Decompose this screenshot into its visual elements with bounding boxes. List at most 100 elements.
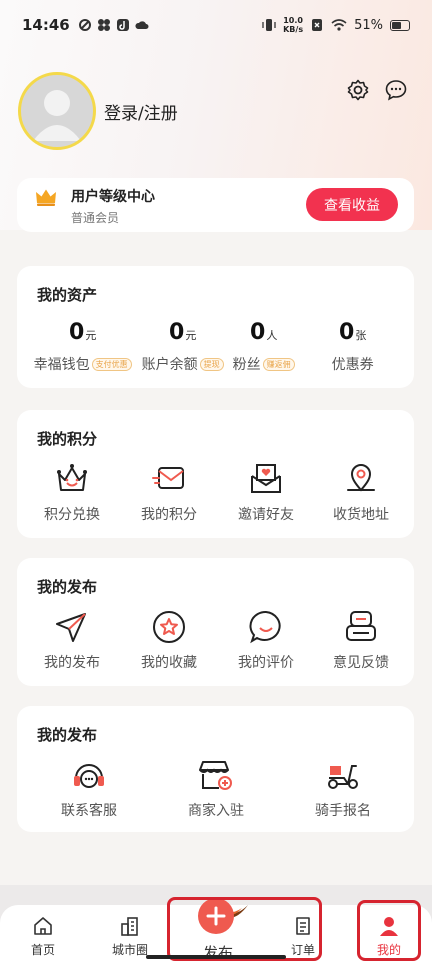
vibrate-icon [262,19,276,31]
pinwheel-icon [97,19,110,31]
avatar[interactable] [18,72,96,150]
cloud-icon [135,21,149,29]
shipping-address-item[interactable]: 收货地址 [311,460,411,524]
login-register-link[interactable]: 登录/注册 [104,99,178,124]
scooter-icon [328,765,358,789]
home-indicator [146,955,286,959]
rider-signup-item[interactable]: 骑手报名 [293,756,393,820]
order-list-icon [296,917,310,935]
publish-button[interactable] [198,898,234,934]
gear-icon[interactable] [346,78,370,102]
item-label: 收货地址 [333,507,389,523]
wifi-icon [331,19,347,31]
tab-city-circle[interactable]: 城市圈 [100,915,160,958]
tiktok-icon [116,19,129,31]
location-pin-icon [347,464,375,492]
asset-tag: 提现 [199,357,224,371]
my-reviews-item[interactable]: 我的评价 [216,608,316,672]
item-label: 我的评价 [238,655,294,671]
chat-bubble-icon[interactable] [384,78,408,102]
paper-plane-icon [56,613,86,642]
feedback-item[interactable]: 意见反馈 [311,608,411,672]
item-label: 我的发布 [44,655,100,671]
tab-orders[interactable]: 订单 [273,915,333,958]
asset-unit: 人 [266,329,278,342]
asset-label: 账户余额 [141,357,198,373]
asset-unit: 元 [185,329,197,342]
status-app-icons [78,18,149,32]
star-circle-icon [153,611,185,643]
asset-value: 0 [250,320,266,345]
my-favorites-item[interactable]: 我的收藏 [119,608,219,672]
asset-value: 0 [169,320,185,345]
customer-service-item[interactable]: 联系客服 [39,756,139,820]
feedback-box-icon [346,611,376,641]
crown-icon [36,189,56,206]
section-title: 我的发布 [37,578,98,596]
asset-label: 粉丝 [232,357,261,373]
net-speed: 10.0 KB/s [283,16,303,34]
asset-fans[interactable]: 0人 粉丝 赚返佣 [233,320,295,373]
publish-label[interactable]: 发布 [198,942,238,963]
points-exchange-item[interactable]: 积分兑换 [22,460,122,524]
invite-friends-item[interactable]: 邀请好友 [216,460,316,524]
item-label: 积分兑换 [44,507,100,523]
smile-bubble-icon [249,610,281,644]
headset-icon [74,764,104,788]
level-center-title: 用户等级中心 [71,189,155,205]
asset-unit: 元 [85,329,97,342]
my-points-item[interactable]: 我的积分 [119,460,219,524]
merchant-join-item[interactable]: 商家入驻 [166,756,266,820]
battery-icon [390,19,410,31]
membership-level: 普通会员 [71,211,120,225]
asset-coupons[interactable]: 0张 优惠券 [332,320,374,373]
net-speed-value: 10.0 [283,16,303,25]
item-label: 骑手报名 [315,803,371,819]
heart-envelope-icon [251,464,281,493]
status-right: 10.0 KB/s 51% [262,16,410,34]
item-label: 商家入驻 [188,803,244,819]
my-posts-item[interactable]: 我的发布 [22,608,122,672]
shop-plus-icon [199,761,232,790]
tab-label: 订单 [290,943,315,957]
asset-tag: 赚返佣 [262,357,295,371]
my-points-card: 我的积分 积分兑换 我的积分 邀请好友 收货地址 [17,410,414,538]
my-assets-card: 我的资产 0元 幸福钱包 支付优惠 0元 账户余额 提现 0人 粉丝 赚返佣 0张 优… [17,266,414,388]
asset-label: 优惠券 [331,357,374,373]
city-buildings-icon [121,917,138,936]
asset-tag: 支付优惠 [91,357,132,371]
tab-label: 我的 [376,943,401,957]
status-time: 14:46 [22,16,70,34]
item-label: 邀请好友 [238,507,294,523]
tab-home[interactable]: 首页 [13,915,73,958]
item-label: 联系客服 [61,803,117,819]
asset-unit: 张 [355,329,367,342]
user-level-card[interactable]: 用户等级中心 普通会员 查看收益 [17,178,414,232]
item-label: 我的收藏 [141,655,197,671]
tab-label: 首页 [30,943,55,957]
battery-percent: 51% [354,17,383,33]
asset-label: 幸福钱包 [33,357,90,373]
tab-label: 城市圈 [111,943,148,957]
asset-value: 0 [69,320,85,345]
profile-header[interactable]: 登录/注册 [18,72,178,150]
net-speed-unit: KB/s [283,25,304,34]
header-actions [346,78,408,102]
asset-wallet[interactable]: 0元 幸福钱包 支付优惠 [34,320,132,373]
home-icon [34,917,52,935]
section-title: 我的资产 [37,286,98,304]
asset-balance[interactable]: 0元 账户余额 提现 [142,320,224,373]
status-bar: 14:46 10.0 KB/s 51% [0,0,432,50]
item-label: 意见反馈 [333,655,389,671]
my-publish-card: 我的发布 我的发布 我的收藏 我的评价 意见反馈 [17,558,414,686]
item-label: 我的积分 [141,507,197,523]
view-earnings-button[interactable]: 查看收益 [306,188,398,221]
plus-icon [206,906,226,926]
tab-mine[interactable]: 我的 [359,915,419,958]
mail-fast-icon [152,467,184,489]
app-notification-icon [78,19,91,31]
crown-face-icon [57,464,87,491]
section-title: 我的积分 [37,430,98,448]
asset-value: 0 [339,320,355,345]
services-card: 我的发布 联系客服 商家入驻 骑手报名 [17,706,414,832]
